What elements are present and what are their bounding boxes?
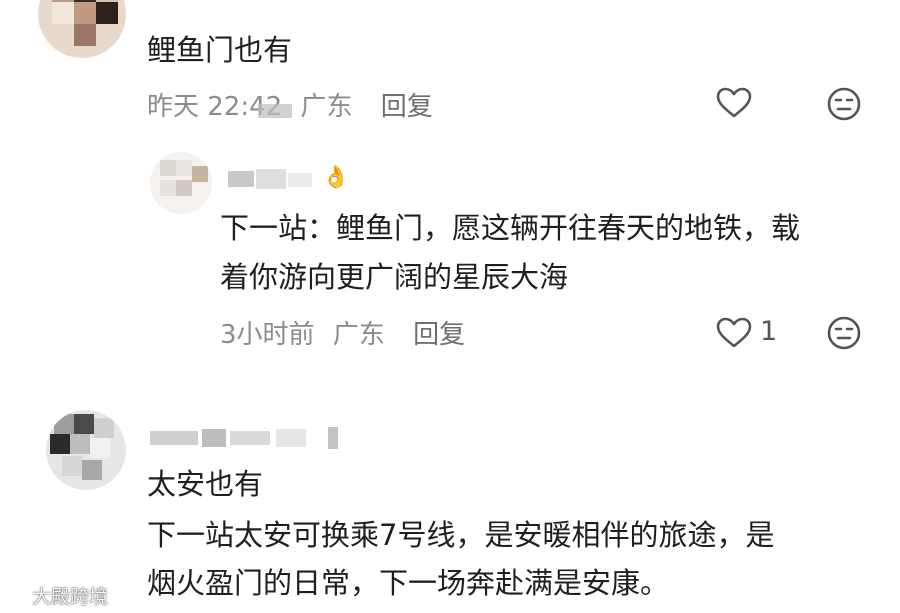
reply-button[interactable]: 回复 [381, 92, 433, 122]
reply-location: 广东 [332, 320, 385, 350]
comment-text-line2: 烟火盈门的日常，下一场奔赴满是安康。 [147, 566, 670, 600]
comment-text-line1: 下一站太安可换乘7号线，是安暖相伴的旅途，是 [147, 518, 775, 552]
redaction-block [258, 104, 292, 118]
reply-time: 3小时前 [220, 320, 315, 350]
watermark-text: 大殿跨境 [32, 586, 109, 608]
like-icon[interactable] [712, 83, 756, 123]
emoji-reaction-icon[interactable] [822, 313, 866, 353]
reply-text-line1: 下一站：鲤鱼门，愿这辆开往春天的地铁，载 [220, 211, 801, 245]
reply-button[interactable]: 回复 [413, 320, 465, 350]
circle-logo-icon [4, 583, 28, 608]
like-icon[interactable] [712, 313, 756, 353]
avatar[interactable] [38, 0, 126, 58]
user-badge-emoji: 👌 [322, 165, 350, 190]
comment-title: 太安也有 [147, 467, 264, 501]
comment-location: 广东 [300, 92, 353, 122]
like-count: 1 [760, 316, 778, 347]
emoji-reaction-icon[interactable] [822, 84, 866, 124]
avatar[interactable] [150, 152, 212, 214]
reply-text-line2: 着你游向更广阔的星辰大海 [220, 260, 569, 294]
comment-text: 鲤鱼门也有 [147, 33, 293, 67]
username-redacted[interactable] [228, 165, 328, 193]
watermark: 大殿跨境 [4, 582, 108, 609]
avatar[interactable] [46, 410, 126, 490]
reply-meta: 3小时前 广东 回复 [220, 314, 465, 351]
username-redacted[interactable] [150, 425, 350, 451]
